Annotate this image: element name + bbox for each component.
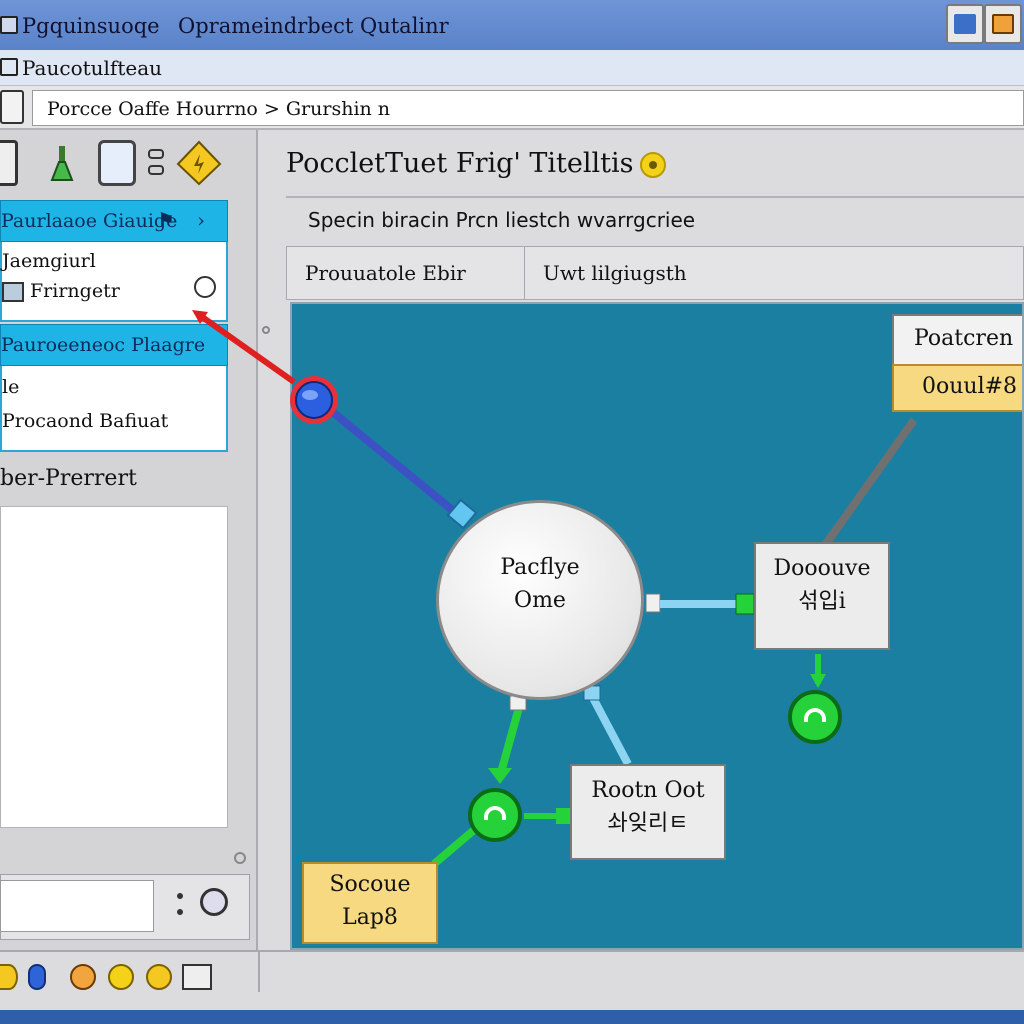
mid-right-node-value: 섞입i	[798, 589, 846, 614]
mid-right-node-title: Dooouve	[773, 556, 871, 581]
pointer-overlay	[192, 310, 338, 424]
panel-section-3-label: ber-Prerrert	[0, 466, 137, 491]
blank-list-area[interactable]	[0, 506, 228, 828]
top-right-node-header[interactable]: Poatcren	[892, 314, 1022, 366]
tab-insights[interactable]: Uwt lilgiugsth	[524, 246, 1024, 300]
center-node-title: Pacflye	[500, 555, 580, 580]
bottom-mid-node[interactable]: Rootn Oot 솨잊리ㅌ	[570, 764, 726, 860]
panel-item-3[interactable]: le	[2, 376, 19, 398]
flag-icon: ⚑	[157, 208, 175, 232]
breadcrumb-field[interactable]: Porcce Oaffe Hourrno > Grurshin n	[32, 90, 1024, 126]
bottom-left-node-value: Lap8	[342, 905, 398, 930]
yellow-circle-icon[interactable]	[108, 964, 134, 990]
bottom-mid-node-title: Rootn Oot	[591, 778, 705, 803]
bottom-left-node[interactable]: Socoue Lap8	[302, 862, 438, 944]
address-bar: Porcce Oaffe Hourrno > Grurshin n	[0, 86, 1024, 130]
toolbar-warning-button[interactable]	[176, 140, 222, 186]
spinner-icon[interactable]	[174, 890, 186, 918]
window-settings-button[interactable]	[984, 4, 1022, 44]
toolbar-flask-button[interactable]	[48, 140, 76, 186]
stack-icon	[148, 149, 164, 175]
panel-header-1[interactable]: Paurlaaoe Giauige ⚑ ›	[0, 200, 228, 242]
page-subtitle: Specin biracin Prcn liestch wvarrgcriee	[308, 208, 696, 232]
green-node-left[interactable]	[468, 788, 522, 842]
menu-title-outline[interactable]: Qutalinr	[360, 14, 449, 38]
pin-icon[interactable]	[295, 381, 333, 419]
keyboard-icon[interactable]	[182, 964, 212, 990]
bottom-toolbar	[0, 950, 1024, 1010]
menu-icon[interactable]	[0, 58, 18, 76]
app-icon	[0, 16, 18, 34]
warning-icon	[176, 140, 222, 186]
orange-circle-icon[interactable]	[70, 964, 96, 990]
connector-green-2[interactable]	[431, 826, 477, 868]
breadcrumb: Porcce Oaffe Hourrno > Grurshin n	[47, 98, 391, 120]
connector-green-1[interactable]	[496, 702, 524, 778]
panel-header-2-label: Pauroeeneoc Plaagre	[1, 334, 206, 356]
toolbar-page-button[interactable]	[0, 140, 18, 186]
panel-item-4[interactable]: Procaond Bafiuat	[2, 410, 168, 432]
tab-editor[interactable]: Prouuatole Ebir	[286, 246, 526, 300]
panel-header-1-label: Paurlaaoe Giauige	[1, 210, 178, 232]
yellow-dot-icon[interactable]	[0, 964, 18, 990]
panel-item-1[interactable]: Jaemgiurl	[2, 250, 96, 272]
top-right-node-value: 0ouul#8	[922, 374, 1018, 399]
settings-icon	[992, 14, 1014, 34]
menu-label[interactable]: Paucotulfteau	[22, 56, 162, 80]
diagram-canvas[interactable]: Pacflye Ome Poatcren 0ouul#8 Dooouve 섞입i…	[290, 302, 1024, 950]
tab-editor-label: Prouuatole Ebir	[305, 261, 466, 285]
menu-title-options[interactable]: Oprameindrbect	[178, 14, 353, 38]
flask-icon	[50, 146, 74, 181]
chevron-right-icon[interactable]: ›	[197, 208, 205, 232]
image-icon	[2, 282, 24, 302]
connector-gray[interactable]	[822, 417, 918, 547]
green-node-right[interactable]	[788, 690, 842, 744]
smiley-icon[interactable]	[146, 964, 172, 990]
panel-item-2[interactable]: Frirngetr	[30, 280, 120, 302]
info-icon[interactable]	[640, 152, 666, 178]
bottom-left-node-title: Socoue	[329, 872, 411, 897]
tile-icon	[954, 14, 976, 34]
resize-handle-icon[interactable]	[234, 852, 246, 864]
connector-light-blue-2[interactable]	[588, 694, 632, 766]
refresh-icon[interactable]	[200, 888, 228, 916]
circle-icon[interactable]	[194, 276, 216, 298]
divider	[286, 196, 1024, 198]
taskbar	[0, 1010, 1024, 1024]
bottom-mid-node-value: 솨잊리ㅌ	[607, 811, 689, 836]
tab-insights-label: Uwt lilgiugsth	[543, 261, 687, 285]
window-tile-button[interactable]	[946, 4, 984, 44]
center-node-subtitle: Ome	[514, 588, 566, 613]
app-name: Pgquinsuoqe	[22, 14, 160, 38]
toolbar-stack-button[interactable]	[146, 140, 168, 186]
center-node[interactable]: Pacflye Ome	[436, 500, 644, 700]
menu-bar: Paucotulfteau	[0, 50, 1024, 86]
red-arrow	[196, 311, 296, 385]
left-input-field[interactable]	[0, 880, 154, 932]
document-icon[interactable]	[0, 90, 24, 124]
page-title: PoccletTuet Frig' Titelltis	[286, 148, 634, 179]
mid-right-node[interactable]: Dooouve 섞입i	[754, 542, 890, 650]
toolbar-file-button[interactable]	[98, 140, 136, 186]
blue-pill-icon[interactable]	[28, 964, 46, 990]
top-right-node-title: Poatcren	[914, 326, 1014, 351]
top-right-node-body[interactable]: 0ouul#8	[892, 364, 1022, 412]
title-bar: Pgquinsuoqe Oprameindrbect Qutalinr	[0, 0, 1024, 50]
